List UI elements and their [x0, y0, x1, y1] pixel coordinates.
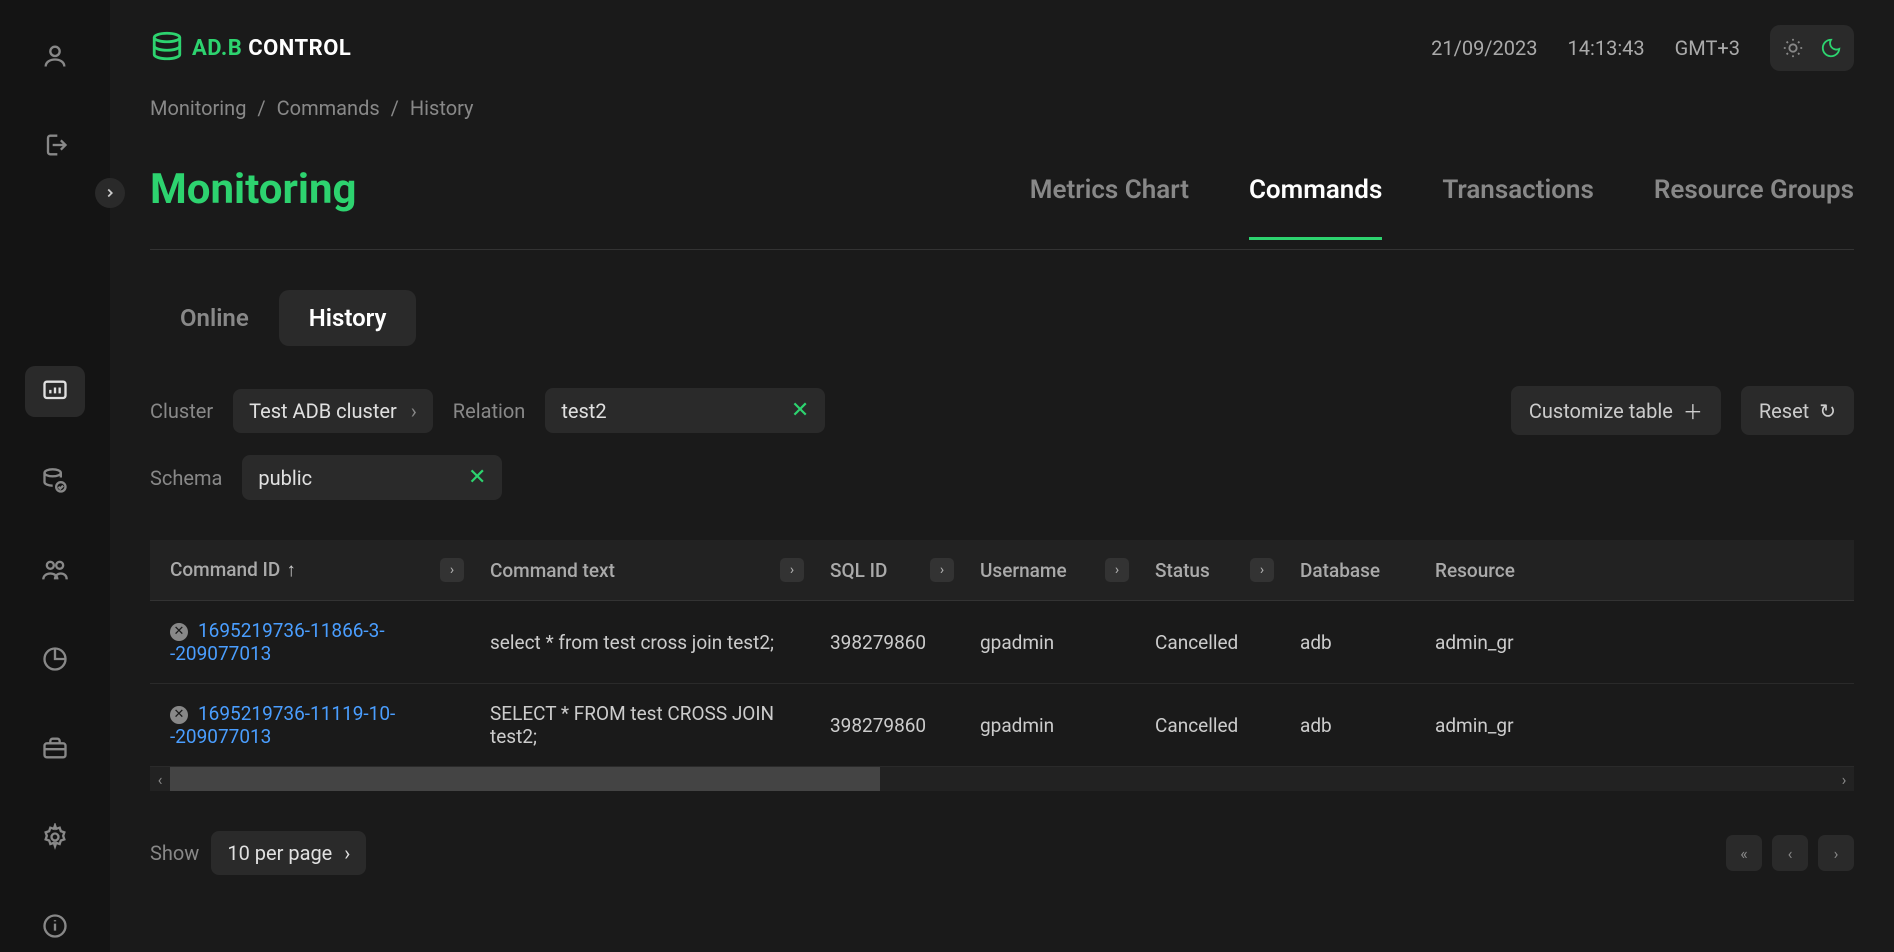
page-title: Monitoring: [150, 165, 357, 249]
tab-metrics-chart[interactable]: Metrics Chart: [1030, 175, 1189, 240]
schema-label: Schema: [150, 466, 222, 490]
per-page-select[interactable]: 10 per page ›: [211, 831, 366, 875]
refresh-icon: ↻: [1819, 399, 1836, 423]
db-check-icon[interactable]: [25, 455, 85, 506]
sql-id-cell: 398279860: [810, 684, 960, 767]
reset-button[interactable]: Reset ↻: [1741, 386, 1854, 435]
expand-sidebar-button[interactable]: [95, 178, 125, 208]
sort-asc-icon: ↑: [286, 558, 296, 581]
col-menu-icon[interactable]: ›: [1250, 558, 1274, 582]
logout-icon[interactable]: [25, 119, 85, 170]
gear-icon[interactable]: [25, 812, 85, 863]
col-command-id[interactable]: Command ID↑›: [150, 540, 470, 601]
breadcrumb-commands[interactable]: Commands: [277, 96, 380, 120]
header-tz: GMT+3: [1675, 36, 1740, 60]
chevron-right-icon: ›: [344, 841, 350, 865]
schema-input[interactable]: public ✕: [242, 455, 502, 500]
dark-mode-button[interactable]: [1812, 29, 1850, 67]
cancelled-icon: ✕: [170, 706, 188, 724]
resource-cell: admin_gr: [1415, 684, 1854, 767]
resource-cell: admin_gr: [1415, 601, 1854, 684]
header-time: 14:13:43: [1568, 36, 1645, 60]
subtab-history[interactable]: History: [279, 290, 417, 346]
clear-relation-icon[interactable]: ✕: [791, 398, 809, 423]
username-cell: gpadmin: [960, 684, 1135, 767]
tab-transactions[interactable]: Transactions: [1442, 175, 1594, 240]
tab-resource-groups[interactable]: Resource Groups: [1654, 175, 1854, 240]
scrollbar-thumb[interactable]: [170, 767, 880, 791]
theme-toggle: [1770, 25, 1854, 71]
relation-label: Relation: [453, 399, 526, 423]
page-next-button[interactable]: ›: [1818, 835, 1854, 871]
breadcrumb: Monitoring / Commands / History: [150, 96, 1854, 120]
logo[interactable]: AD.B CONTROL: [150, 29, 351, 67]
light-mode-button[interactable]: [1774, 29, 1812, 67]
tab-commands[interactable]: Commands: [1249, 175, 1382, 240]
status-cell: Cancelled: [1135, 601, 1280, 684]
logo-text: AD.B CONTROL: [192, 36, 351, 61]
customize-table-button[interactable]: Customize table ＋: [1511, 386, 1721, 435]
header-date: 21/09/2023: [1431, 36, 1537, 60]
breadcrumb-history: History: [410, 96, 474, 120]
col-menu-icon[interactable]: ›: [440, 558, 464, 582]
sidebar: [0, 0, 110, 952]
commands-table: Command ID↑› Command text› SQL ID› Usern…: [150, 540, 1854, 767]
page-prev-button[interactable]: ‹: [1772, 835, 1808, 871]
page-first-button[interactable]: «: [1726, 835, 1762, 871]
col-command-text[interactable]: Command text›: [470, 540, 810, 601]
cluster-select[interactable]: Test ADB cluster ›: [233, 389, 433, 433]
clear-schema-icon[interactable]: ✕: [468, 465, 486, 490]
cancelled-icon: ✕: [170, 623, 188, 641]
user-icon[interactable]: [25, 30, 85, 81]
cluster-label: Cluster: [150, 399, 213, 423]
col-menu-icon[interactable]: ›: [780, 558, 804, 582]
relation-input[interactable]: test2 ✕: [545, 388, 825, 433]
database-cell: adb: [1280, 684, 1415, 767]
monitoring-icon[interactable]: [25, 366, 85, 417]
scroll-right-icon[interactable]: ›: [1834, 770, 1854, 789]
col-resource[interactable]: Resource: [1415, 540, 1854, 601]
subtab-online[interactable]: Online: [150, 290, 279, 346]
col-menu-icon[interactable]: ›: [1105, 558, 1129, 582]
briefcase-icon[interactable]: [25, 722, 85, 773]
col-database[interactable]: Database: [1280, 540, 1415, 601]
col-sql-id[interactable]: SQL ID›: [810, 540, 960, 601]
logo-icon: [150, 29, 184, 67]
plus-icon: ＋: [1683, 396, 1703, 425]
col-menu-icon[interactable]: ›: [930, 558, 954, 582]
horizontal-scrollbar[interactable]: ‹ ›: [150, 767, 1854, 791]
status-cell: Cancelled: [1135, 684, 1280, 767]
users-icon[interactable]: [25, 544, 85, 595]
chart-icon[interactable]: [25, 633, 85, 684]
command-id-link[interactable]: 1695219736-11119-10--209077013: [170, 702, 395, 748]
show-label: Show: [150, 841, 199, 865]
table-row: ✕1695219736-11866-3--209077013 select * …: [150, 601, 1854, 684]
scroll-left-icon[interactable]: ‹: [150, 770, 170, 789]
table-row: ✕1695219736-11119-10--209077013 SELECT *…: [150, 684, 1854, 767]
sql-id-cell: 398279860: [810, 601, 960, 684]
main-content: AD.B CONTROL 21/09/2023 14:13:43 GMT+3 M…: [110, 0, 1894, 952]
command-text-cell: select * from test cross join test2;: [470, 601, 810, 684]
command-text-cell: SELECT * FROM test CROSS JOIN test2;: [470, 684, 810, 767]
command-id-link[interactable]: 1695219736-11866-3--209077013: [170, 619, 385, 665]
chevron-right-icon: ›: [411, 399, 417, 423]
info-icon[interactable]: [25, 901, 85, 952]
col-username[interactable]: Username›: [960, 540, 1135, 601]
col-status[interactable]: Status›: [1135, 540, 1280, 601]
database-cell: adb: [1280, 601, 1415, 684]
header: AD.B CONTROL 21/09/2023 14:13:43 GMT+3: [110, 0, 1894, 96]
username-cell: gpadmin: [960, 601, 1135, 684]
breadcrumb-monitoring[interactable]: Monitoring: [150, 96, 246, 120]
